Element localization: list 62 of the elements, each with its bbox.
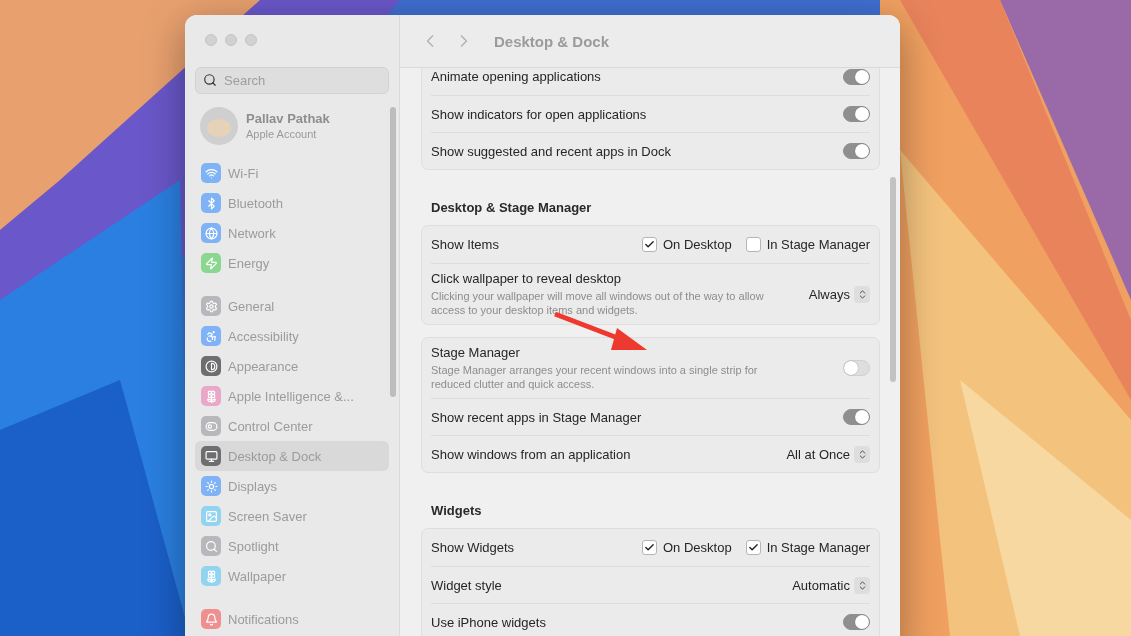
check-icon [747,542,759,553]
checkbox-option[interactable]: In Stage Manager [745,237,870,252]
toggle-switch[interactable] [843,614,870,630]
setting-description: Stage Manager arranges your recent windows into a single strip for reduced clutter and quick access. [431,363,759,391]
check-icon [644,542,655,553]
toggle-switch[interactable] [843,68,870,85]
checkbox-option[interactable]: In Stage Manager [745,540,870,555]
toggle-switch[interactable] [843,106,870,122]
sidebar-item[interactable]: Displays [195,471,389,501]
checkbox[interactable] [745,237,761,252]
setting-label: Show Items [431,237,499,252]
checkbox-option[interactable]: On Desktop [642,237,732,252]
sidebar-item[interactable]: Network [195,218,389,248]
sidebar-item[interactable]: Desktop & Dock [195,441,389,471]
popup-button[interactable]: All at Once [786,445,870,463]
setting-label: Show Widgets [431,540,515,555]
sidebar-item[interactable]: General [195,291,389,321]
sidebar-item[interactable]: Notifications [195,604,389,634]
sidebar-item[interactable]: Energy [195,248,389,278]
setting-label: Show indicators for open applications [431,106,647,122]
checkbox-label: On Desktop [663,237,732,252]
setting-label: Widget style [431,577,502,593]
setting-label: Stage Manager [431,345,521,360]
sidebar-item[interactable]: Accessibility [195,321,389,351]
sidebar-item[interactable]: Bluetooth [195,188,389,218]
checkbox[interactable] [642,237,657,252]
stepper-icon [854,445,870,463]
sidebar-item[interactable]: Spotlight [195,531,389,561]
setting-label: Show suggested and recent apps in Dock [431,143,671,159]
setting-label: Show windows from an application [431,446,631,462]
toggle-switch[interactable] [843,409,870,425]
checkbox-label: In Stage Manager [766,540,870,555]
checkbox[interactable] [642,540,657,555]
setting-label: Animate opening applications [431,69,601,84]
search-field[interactable]: Search [195,67,389,94]
check-icon [644,239,655,250]
account-name: Pallav Pathak [246,111,330,126]
setting-label: Click wallpaper to reveal desktop [431,271,623,286]
checkbox-label: On Desktop [663,540,732,555]
section-heading: Widgets [430,502,483,520]
sidebar-item[interactable]: Wallpaper [195,561,389,591]
checkbox[interactable] [745,540,761,555]
window-title: Desktop & Dock [494,32,610,50]
sidebar-item[interactable]: Appearance [195,351,389,381]
sidebar-item[interactable]: Control Center [195,411,389,441]
sidebar-item[interactable]: Screen Saver [195,501,389,531]
checkbox-label: In Stage Manager [766,237,870,252]
checkbox-option[interactable]: On Desktop [642,540,732,555]
sidebar-item[interactable]: Apple Intelligence &... [195,381,389,411]
stepper-icon [854,285,870,303]
popup-button[interactable]: Always [808,285,870,303]
setting-description: Clicking your wallpaper will move all windows out of the way to allow access to your desktop items and widgets. [431,289,765,317]
toggle-switch[interactable] [843,360,870,376]
setting-label: Show recent apps in Stage Manager [431,409,642,425]
sidebar-item[interactable]: Wi-Fi [195,158,389,188]
stepper-icon [854,576,870,594]
popup-button[interactable]: Automatic [792,576,870,594]
account-subtitle: Apple Account [246,128,318,140]
section-heading: Desktop & Stage Manager [430,199,593,217]
setting-label: Use iPhone widgets [431,614,546,630]
toggle-switch[interactable] [843,143,870,159]
search-icon [203,73,217,87]
